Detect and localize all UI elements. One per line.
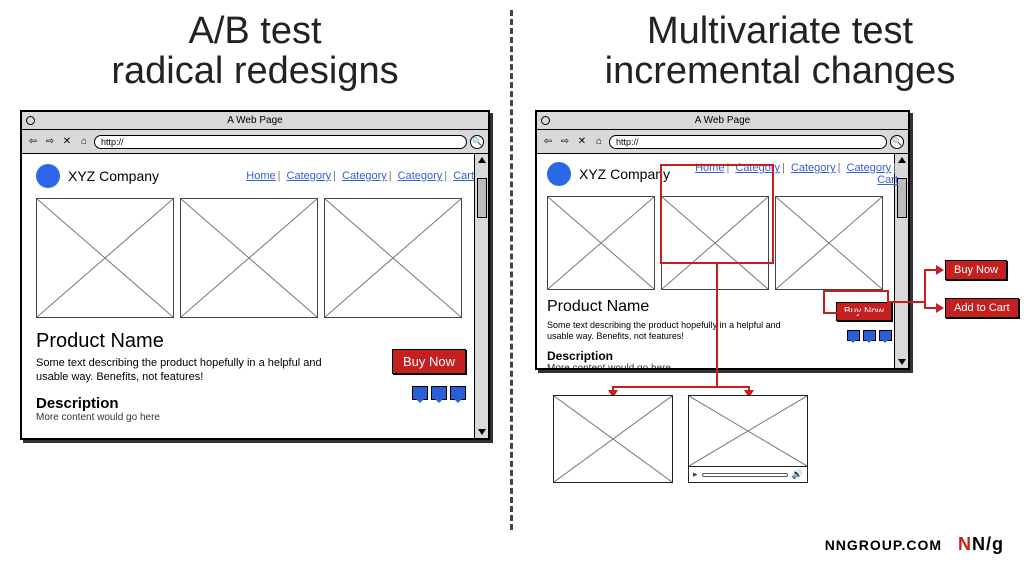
wireframe-browser-left: A Web Page ⇦ ⇨ ✕ ⌂ http:// 🔍 XYZ Company…: [20, 110, 490, 440]
image-placeholder: [547, 196, 655, 290]
window-button-icon: [26, 116, 35, 125]
right-section-title: Multivariate testincremental changes: [555, 12, 1005, 92]
stop-icon[interactable]: ✕: [60, 135, 74, 149]
comment-icon[interactable]: [863, 330, 876, 341]
search-icon[interactable]: 🔍: [470, 135, 484, 149]
wireframe-browser-right: A Web Page ⇦ ⇨ ✕ ⌂ http:// 🔍 XYZ Company…: [535, 110, 910, 370]
home-icon[interactable]: ⌂: [77, 135, 91, 149]
nav-link[interactable]: Home: [246, 170, 275, 182]
footer-credit: NNGROUP.COM NN/g: [825, 534, 1004, 555]
stop-icon[interactable]: ✕: [575, 135, 589, 149]
vertical-divider: [510, 10, 513, 530]
buy-now-button[interactable]: Buy Now: [836, 302, 892, 321]
nav-link[interactable]: Cart: [453, 170, 474, 182]
buy-now-button[interactable]: Buy Now: [392, 349, 466, 374]
url-bar[interactable]: http://: [94, 135, 467, 149]
image-placeholder: [775, 196, 883, 290]
comment-icon[interactable]: [847, 330, 860, 341]
variant-arrow: [924, 269, 926, 309]
window-titlebar: A Web Page: [22, 112, 488, 130]
back-arrow-icon[interactable]: ⇦: [26, 135, 40, 149]
url-bar[interactable]: http://: [609, 135, 887, 149]
nng-logo: NN/g: [958, 534, 1004, 555]
page-content: XYZ Company Home| Category| Category| Ca…: [22, 154, 488, 438]
main-nav: Home| Category| Category| Category| Cart: [167, 170, 474, 182]
diagram-canvas: A/B testradical redesigns Multivariate t…: [0, 0, 1024, 563]
video-track[interactable]: [702, 473, 788, 477]
variant-video-placeholder: ▸ 🔊: [688, 395, 808, 483]
description-heading: Description: [547, 349, 898, 363]
arrowhead-icon: [936, 303, 944, 313]
volume-icon[interactable]: 🔊: [792, 469, 803, 480]
nav-link[interactable]: Category: [735, 162, 780, 174]
company-name: XYZ Company: [68, 168, 159, 184]
window-titlebar: A Web Page: [537, 112, 908, 130]
home-icon[interactable]: ⌂: [592, 135, 606, 149]
play-icon[interactable]: ▸: [693, 469, 698, 480]
browser-toolbar: ⇦ ⇨ ✕ ⌂ http:// 🔍: [22, 130, 488, 154]
company-logo-icon: [36, 164, 60, 188]
window-title-text: A Web Page: [695, 115, 750, 126]
company-name: XYZ Company: [579, 166, 670, 182]
description-more-text: More content would go here: [36, 412, 474, 423]
page-content: XYZ Company Home| Category| Category| Ca…: [537, 154, 908, 368]
left-section-title: A/B testradical redesigns: [40, 12, 470, 92]
nav-link[interactable]: Category: [287, 170, 332, 182]
nav-link[interactable]: Category: [791, 162, 836, 174]
window-button-icon: [541, 116, 550, 125]
variant-arrow: [716, 386, 748, 388]
main-nav: Home| Category| Category| Category| Cart: [678, 162, 898, 186]
nav-link[interactable]: Category: [342, 170, 387, 182]
window-title-text: A Web Page: [227, 115, 282, 126]
description-more-text: More content would go here: [547, 363, 898, 369]
nav-link[interactable]: Home: [695, 162, 724, 174]
comment-icon[interactable]: [431, 386, 447, 400]
back-arrow-icon[interactable]: ⇦: [541, 135, 555, 149]
variant-arrow: [716, 264, 718, 388]
product-description-text: Some text describing the product hopeful…: [36, 357, 343, 385]
variant-button-buy-now[interactable]: Buy Now: [945, 260, 1007, 280]
comment-icon[interactable]: [412, 386, 428, 400]
comment-icon[interactable]: [879, 330, 892, 341]
variant-button-add-to-cart[interactable]: Add to Cart: [945, 298, 1019, 318]
variant-arrow: [612, 386, 718, 388]
footer-site: NNGROUP.COM: [825, 537, 942, 553]
image-placeholder: [180, 198, 318, 318]
nav-link[interactable]: Category: [847, 162, 892, 174]
forward-arrow-icon[interactable]: ⇨: [43, 135, 57, 149]
browser-toolbar: ⇦ ⇨ ✕ ⌂ http:// 🔍: [537, 130, 908, 154]
video-controls[interactable]: ▸ 🔊: [689, 466, 807, 482]
image-placeholder: [36, 198, 174, 318]
image-placeholder: [661, 196, 769, 290]
arrowhead-icon: [936, 265, 944, 275]
product-description-text: Some text describing the product hopeful…: [547, 320, 800, 343]
nav-link[interactable]: Category: [398, 170, 443, 182]
image-placeholder: [324, 198, 462, 318]
search-icon[interactable]: 🔍: [890, 135, 904, 149]
company-logo-icon: [547, 162, 571, 186]
social-icons: [412, 386, 466, 400]
comment-icon[interactable]: [450, 386, 466, 400]
variant-image-placeholder: [553, 395, 673, 483]
description-heading: Description: [36, 395, 474, 412]
nav-link[interactable]: Cart: [877, 174, 898, 186]
variant-arrow: [889, 301, 925, 303]
social-icons: [847, 330, 892, 341]
forward-arrow-icon[interactable]: ⇨: [558, 135, 572, 149]
